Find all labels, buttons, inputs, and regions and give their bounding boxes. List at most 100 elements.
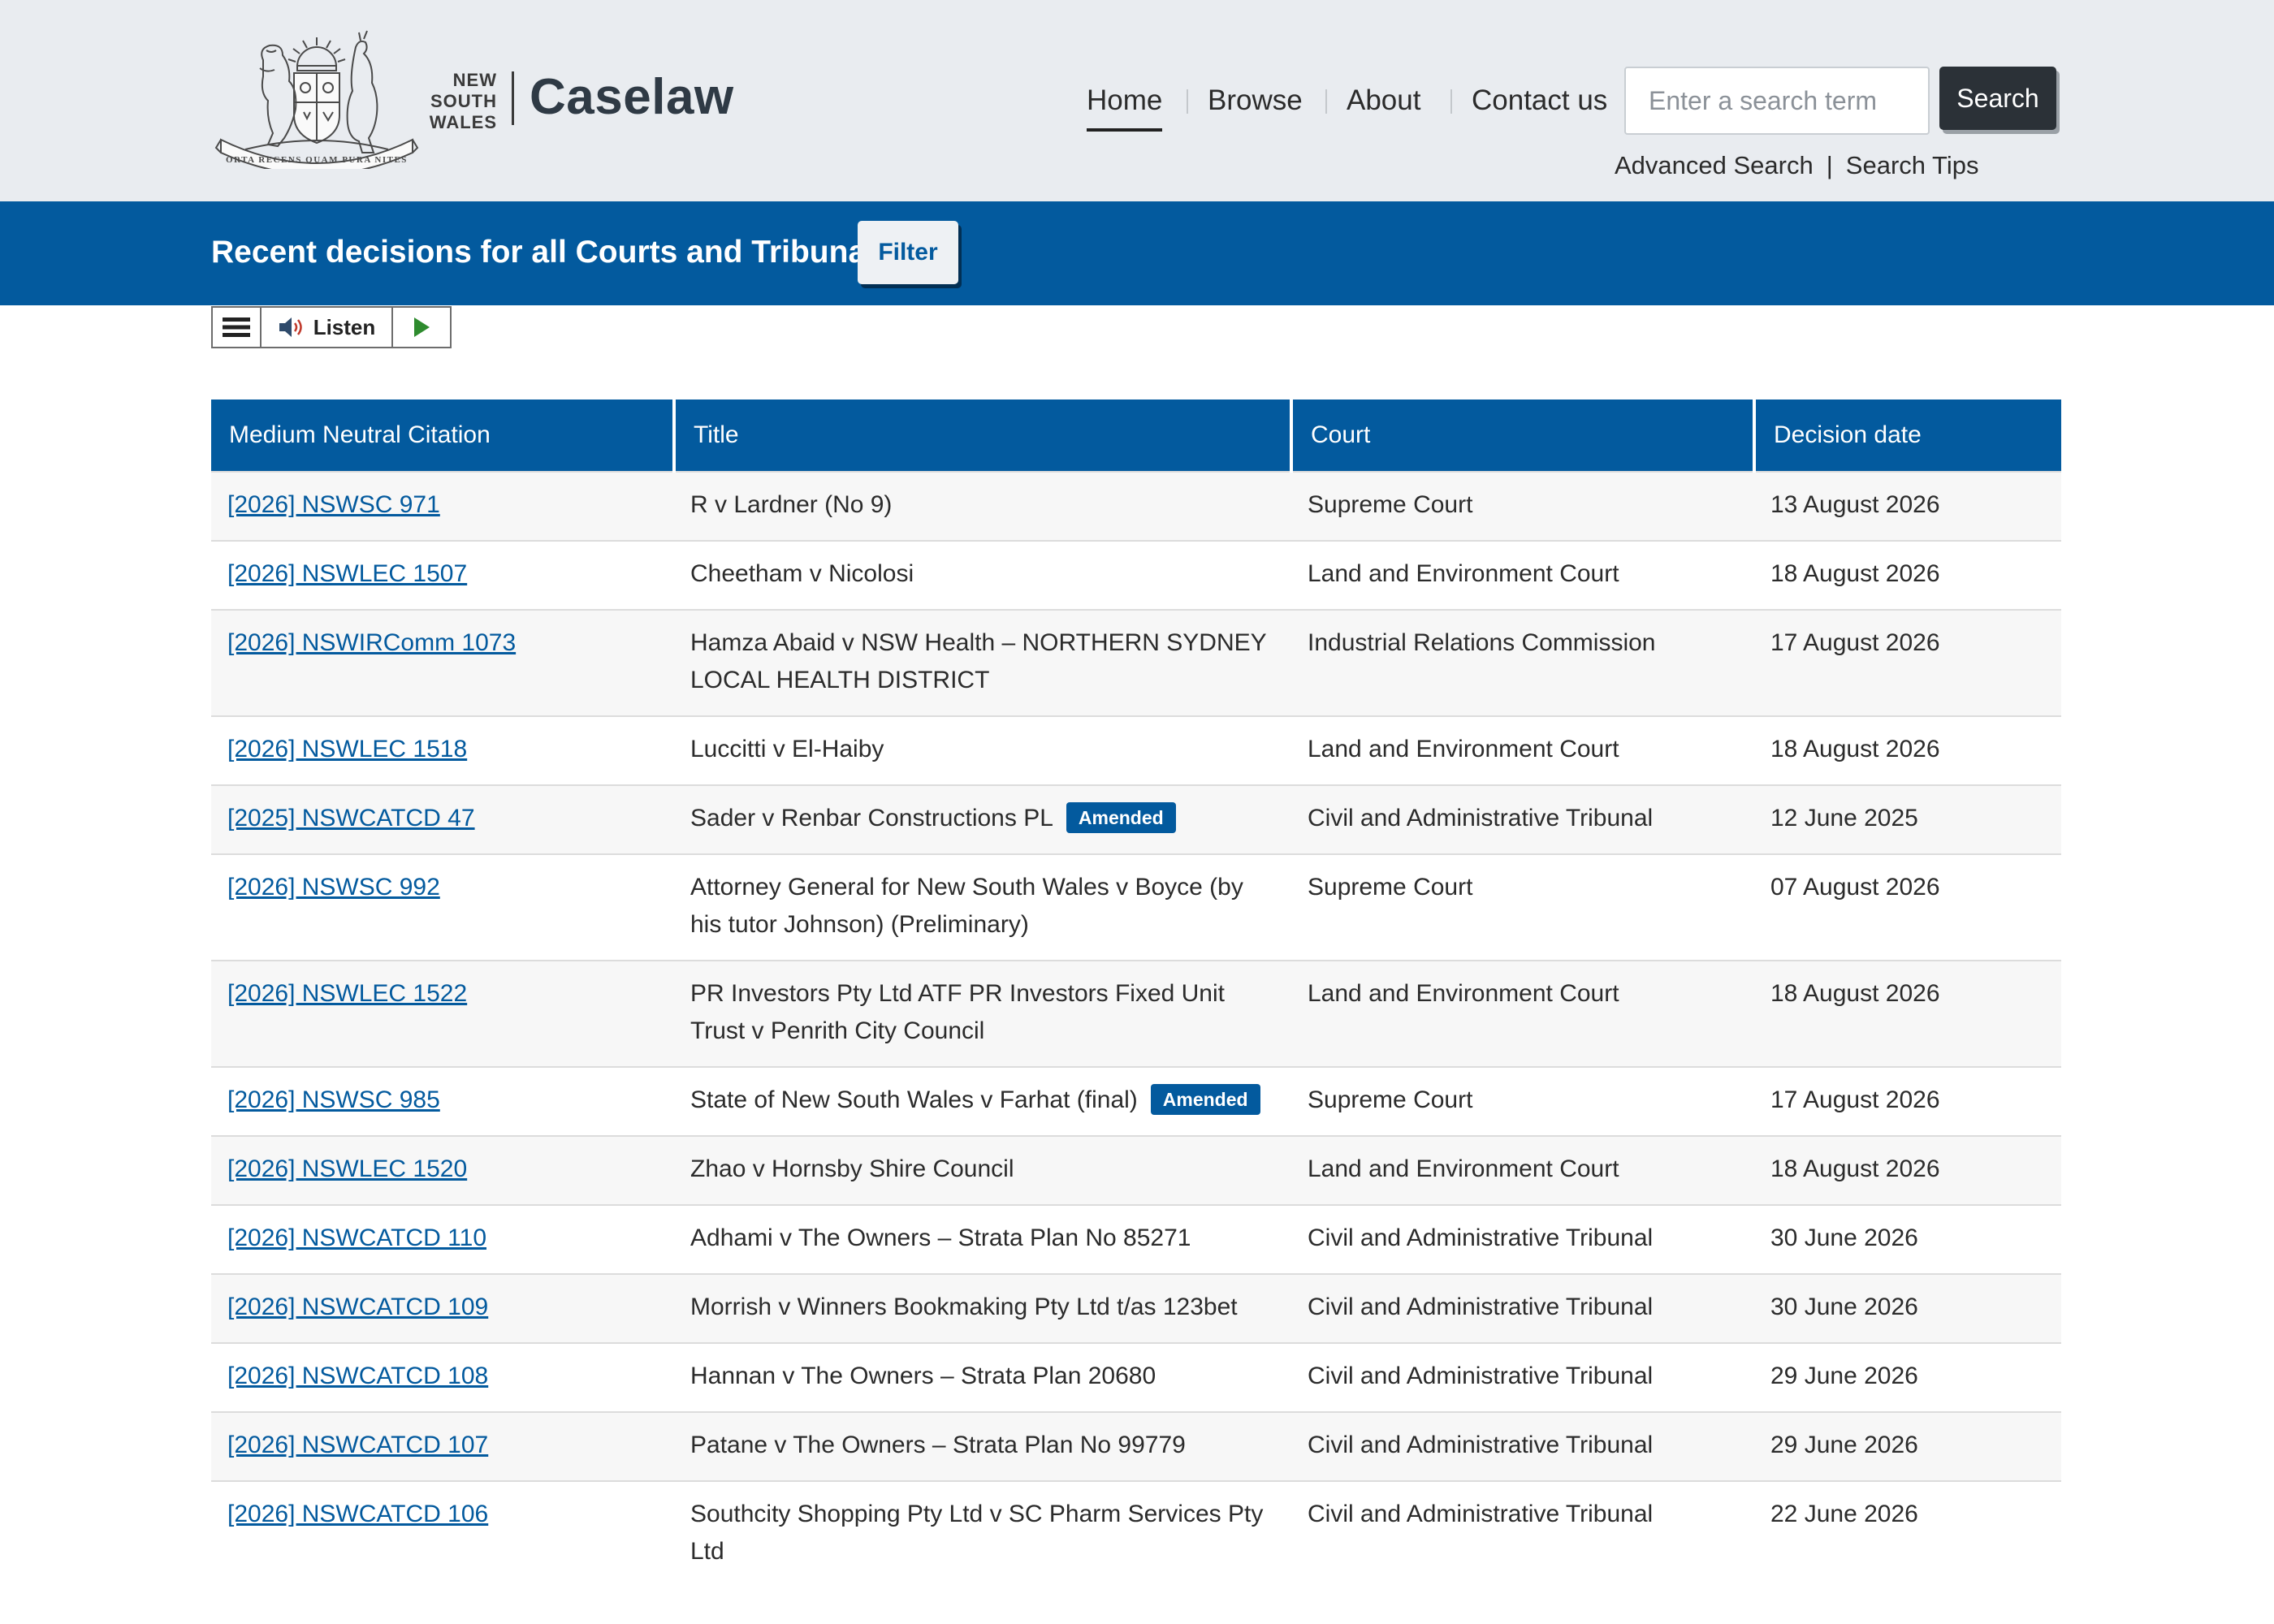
nav-contact-us[interactable]: Contact us xyxy=(1472,81,1607,120)
decision-date-cell: 18 August 2026 xyxy=(1754,960,2061,1067)
title-cell: Adhami v The Owners – Strata Plan No 852… xyxy=(674,1204,1291,1274)
listen-label: Listen xyxy=(313,314,376,339)
citation-cell: [2026] NSWCATCD 108 xyxy=(211,1342,674,1412)
court-cell: Land and Environment Court xyxy=(1291,715,1754,785)
citation-link[interactable]: [2026] NSWSC 985 xyxy=(227,1086,440,1113)
listen-play-button[interactable] xyxy=(393,308,450,347)
nav-separator xyxy=(1450,89,1452,114)
court-cell: Land and Environment Court xyxy=(1291,540,1754,610)
brand-divider xyxy=(512,71,514,125)
table-row: [2026] NSWCATCD 107 Patane v The Owners –… xyxy=(211,1411,2061,1481)
court-cell: Land and Environment Court xyxy=(1291,1135,1754,1205)
citation-link[interactable]: [2026] NSWLEC 1518 xyxy=(227,736,467,762)
column-header-citation[interactable]: Medium Neutral Citation xyxy=(211,400,674,472)
court-cell: Industrial Relations Commission xyxy=(1291,609,1754,716)
decision-title: Southcity Shopping Pty Ltd v SC Pharm Se… xyxy=(690,1501,1264,1565)
search-sublinks: Advanced Search | Search Tips xyxy=(1615,151,1978,180)
nsw-coat-of-arms-logo[interactable]: ORTA RECENS QUAM PURA NITES xyxy=(213,28,421,169)
nav-browse[interactable]: Browse xyxy=(1208,81,1303,120)
title-cell: Attorney General for New South Wales v B… xyxy=(674,853,1291,961)
citation-cell: [2026] NSWCATCD 106 xyxy=(211,1480,674,1587)
speaker-icon xyxy=(279,317,302,337)
court-cell: Land and Environment Court xyxy=(1291,960,1754,1067)
decision-title: Attorney General for New South Wales v B… xyxy=(690,874,1243,938)
citation-link[interactable]: [2026] NSWCATCD 107 xyxy=(227,1432,488,1458)
decision-date-cell: 18 August 2026 xyxy=(1754,715,2061,785)
decision-date-cell: 18 August 2026 xyxy=(1754,540,2061,610)
title-cell: Hamza Abaid v NSW Health – NORTHERN SYDN… xyxy=(674,609,1291,716)
decision-title: Cheetham v Nicolosi xyxy=(690,560,914,587)
table-row: [2026] NSWIRComm 1073 Hamza Abaid v NSW H… xyxy=(211,609,2061,716)
decision-title: Luccitti v El-Haiby xyxy=(690,736,884,762)
decision-date-cell: 29 June 2026 xyxy=(1754,1411,2061,1481)
table-row: [2026] NSWLEC 1518 Luccitti v El-Haiby Lan… xyxy=(211,715,2061,785)
advanced-search-link[interactable]: Advanced Search xyxy=(1615,151,1814,179)
search-input[interactable] xyxy=(1626,68,1928,133)
title-cell: Zhao v Hornsby Shire Council xyxy=(674,1135,1291,1205)
court-cell: Supreme Court xyxy=(1291,471,1754,541)
filter-button[interactable]: Filter xyxy=(858,221,958,284)
title-cell: Morrish v Winners Bookmaking Pty Ltd t/a… xyxy=(674,1273,1291,1343)
citation-cell: [2026] NSWCATCD 110 xyxy=(211,1204,674,1274)
title-cell: Southcity Shopping Pty Ltd v SC Pharm Se… xyxy=(674,1480,1291,1587)
state-line-1: NEW xyxy=(452,70,497,90)
title-cell: State of New South Wales v Farhat (final… xyxy=(674,1066,1291,1136)
crest-motto: ORTA RECENS QUAM PURA NITES xyxy=(226,155,408,165)
citation-link[interactable]: [2026] NSWCATCD 106 xyxy=(227,1501,488,1527)
search-button[interactable]: Search xyxy=(1939,67,2056,130)
court-cell: Supreme Court xyxy=(1291,853,1754,961)
citation-cell: [2026] NSWLEC 1507 xyxy=(211,540,674,610)
citation-cell: [2026] NSWLEC 1518 xyxy=(211,715,674,785)
court-cell: Civil and Administrative Tribunal xyxy=(1291,1411,1754,1481)
decision-date-cell: 17 August 2026 xyxy=(1754,609,2061,716)
title-cell: Hannan v The Owners – Strata Plan 20680 xyxy=(674,1342,1291,1412)
decision-title: Hamza Abaid v NSW Health – NORTHERN SYDN… xyxy=(690,629,1267,693)
column-header-court[interactable]: Court xyxy=(1290,400,1754,472)
search-field-wrapper xyxy=(1624,67,1930,135)
nav-separator xyxy=(1187,89,1188,114)
citation-link[interactable]: [2025] NSWCATCD 47 xyxy=(227,805,475,831)
site-title[interactable]: Caselaw xyxy=(530,65,734,130)
court-cell: Civil and Administrative Tribunal xyxy=(1291,1480,1754,1587)
citation-link[interactable]: [2026] NSWIRComm 1073 xyxy=(227,629,516,656)
title-cell: PR Investors Pty Ltd ATF PR Investors Fi… xyxy=(674,960,1291,1067)
citation-link[interactable]: [2026] NSWCATCD 110 xyxy=(227,1224,486,1251)
citation-link[interactable]: [2026] NSWSC 971 xyxy=(227,491,440,518)
title-cell: Patane v The Owners – Strata Plan No 997… xyxy=(674,1411,1291,1481)
decision-title: Sader v Renbar Constructions PL xyxy=(690,805,1053,831)
table-row: [2026] NSWCATCD 110 Adhami v The Owners –… xyxy=(211,1204,2061,1274)
sublink-separator: | xyxy=(1826,151,1833,179)
citation-link[interactable]: [2026] NSWCATCD 109 xyxy=(227,1294,488,1320)
nav-about[interactable]: About xyxy=(1347,81,1420,120)
court-cell: Civil and Administrative Tribunal xyxy=(1291,784,1754,854)
listen-button[interactable]: Listen xyxy=(262,308,393,347)
listen-menu-button[interactable] xyxy=(213,308,262,347)
search-tips-link[interactable]: Search Tips xyxy=(1846,151,1979,179)
citation-link[interactable]: [2026] NSWCATCD 108 xyxy=(227,1363,488,1389)
citation-cell: [2026] NSWIRComm 1073 xyxy=(211,609,674,716)
decision-title: Patane v The Owners – Strata Plan No 997… xyxy=(690,1432,1186,1458)
citation-link[interactable]: [2026] NSWLEC 1520 xyxy=(227,1155,467,1182)
citation-link[interactable]: [2026] NSWLEC 1522 xyxy=(227,980,467,1007)
hamburger-menu-icon xyxy=(223,317,250,337)
court-cell: Civil and Administrative Tribunal xyxy=(1291,1342,1754,1412)
table-row: [2025] NSWCATCD 47 Sader v Renbar Constru… xyxy=(211,784,2061,854)
citation-cell: [2026] NSWSC 971 xyxy=(211,471,674,541)
column-header-decision-date[interactable]: Decision date xyxy=(1753,400,2061,472)
state-line-3: WALES xyxy=(429,112,497,132)
decision-date-cell: 07 August 2026 xyxy=(1754,853,2061,961)
column-header-title[interactable]: Title xyxy=(672,400,1291,472)
citation-cell: [2026] NSWCATCD 109 xyxy=(211,1273,674,1343)
table-row: [2026] NSWCATCD 109 Morrish v Winners Boo… xyxy=(211,1273,2061,1343)
page-title: Recent decisions for all Courts and Trib… xyxy=(211,235,893,270)
citation-link[interactable]: [2026] NSWLEC 1507 xyxy=(227,560,467,587)
decision-title: Morrish v Winners Bookmaking Pty Ltd t/a… xyxy=(690,1294,1238,1320)
citation-cell: [2026] NSWSC 985 xyxy=(211,1066,674,1136)
title-cell: R v Lardner (No 9) xyxy=(674,471,1291,541)
table-row: [2026] NSWSC 985 State of New South Wales… xyxy=(211,1066,2061,1136)
decision-title: Hannan v The Owners – Strata Plan 20680 xyxy=(690,1363,1156,1389)
citation-link[interactable]: [2026] NSWSC 992 xyxy=(227,874,440,901)
decision-title: PR Investors Pty Ltd ATF PR Investors Fi… xyxy=(690,980,1225,1044)
nav-home[interactable]: Home xyxy=(1087,81,1163,132)
page-banner: Recent decisions for all Courts and Trib… xyxy=(0,201,2274,305)
